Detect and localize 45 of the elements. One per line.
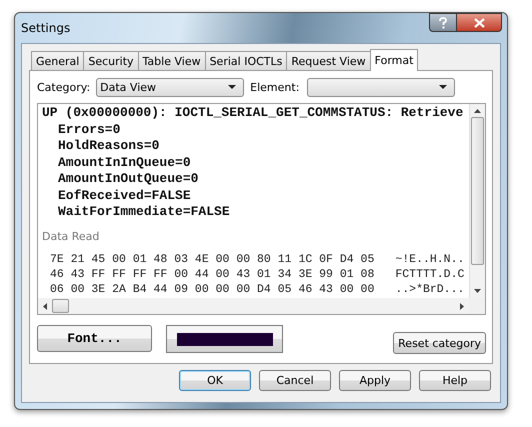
tab[interactable]: General bbox=[31, 51, 84, 70]
reset-category-button[interactable]: Reset category bbox=[393, 332, 486, 354]
preview-field-text: AmountInInQueue=0 bbox=[57, 154, 192, 171]
color-button[interactable] bbox=[166, 325, 283, 353]
tab[interactable]: Security bbox=[83, 51, 139, 70]
dialog-button[interactable]: OK bbox=[179, 370, 251, 391]
preview-field-text: Errors=0 bbox=[57, 122, 122, 138]
preview-field-text: AmountInOutQueue=0 bbox=[57, 171, 200, 188]
preview-header-text: UP (0x00000000): IOCTL_SERIAL_GET_COMMSTATUS: Retrieve bbox=[42, 105, 464, 122]
hex-bytes-text: 46 43 FF FF FF FF 00 44 00 43 01 34 3E 99 01 08 bbox=[50, 266, 374, 282]
ascii-text: ..>*BrD... bbox=[395, 282, 464, 296]
ascii-text: ~!E..H.N.. bbox=[395, 252, 464, 266]
tab[interactable]: Serial IOCTLs bbox=[204, 51, 288, 70]
tab[interactable]: Table View bbox=[138, 51, 206, 70]
element-label: Element: bbox=[250, 80, 300, 94]
close-button[interactable] bbox=[457, 13, 502, 32]
scroll-right-icon bbox=[460, 302, 464, 310]
dialog-button[interactable]: Apply bbox=[339, 370, 411, 391]
close-icon bbox=[474, 18, 484, 28]
help-button[interactable] bbox=[429, 13, 457, 32]
hex-bytes-text: 7E 21 45 00 01 48 03 4E 00 00 80 11 1C 0F D4 05 bbox=[50, 252, 374, 266]
preview-field-text: HoldReasons=0 bbox=[57, 138, 160, 154]
scrollbar-thumb[interactable] bbox=[52, 299, 69, 313]
category-label: Category: bbox=[37, 80, 90, 94]
question-mark-icon bbox=[438, 16, 448, 28]
hex-bytes-text: 06 00 3E 2A B4 44 09 00 00 00 D4 05 46 43 00 00 bbox=[50, 282, 374, 296]
preview-field-text: EofReceived=FALSE bbox=[57, 188, 192, 204]
tab[interactable]: Format bbox=[370, 49, 418, 71]
section-label: Data Read bbox=[42, 230, 100, 242]
dropdown-arrow-icon bbox=[439, 85, 448, 89]
scrollbar-thumb[interactable] bbox=[471, 117, 484, 265]
scroll-left-icon bbox=[43, 302, 47, 310]
preview-field-text: WaitForImmediate=FALSE bbox=[57, 204, 231, 220]
font-button[interactable]: Font... bbox=[37, 325, 152, 352]
dialog-button[interactable]: Cancel bbox=[259, 370, 331, 391]
scroll-down-icon bbox=[474, 289, 481, 293]
ascii-text: FCTTTT.D.C bbox=[395, 266, 464, 282]
dropdown-arrow-icon bbox=[228, 85, 236, 89]
element-dropdown[interactable] bbox=[307, 78, 456, 96]
tab[interactable]: Request View bbox=[286, 51, 371, 70]
window-title: Settings bbox=[21, 21, 70, 35]
category-dropdown[interactable]: Data View bbox=[96, 78, 244, 96]
dialog-button[interactable]: Help bbox=[419, 370, 491, 391]
scroll-up-icon bbox=[474, 109, 481, 113]
vertical-scrollbar[interactable] bbox=[469, 104, 485, 298]
